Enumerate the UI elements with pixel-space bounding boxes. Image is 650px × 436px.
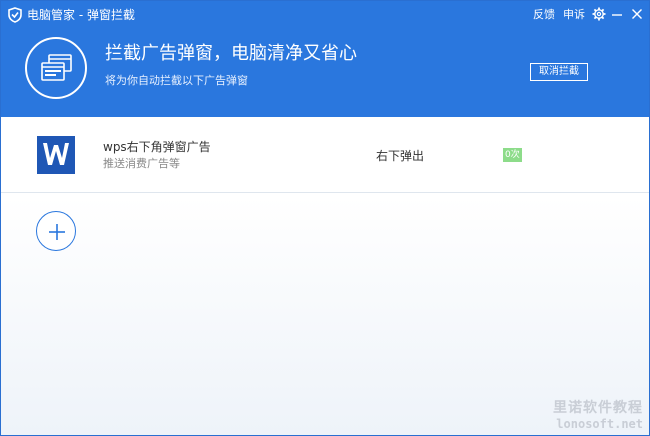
minimize-icon[interactable] bbox=[609, 6, 625, 22]
hero-title: 拦截广告弹窗，电脑清净又省心 bbox=[105, 43, 357, 64]
block-count-badge: 0次 bbox=[503, 148, 522, 162]
rule-name: wps右下角弹窗广告 bbox=[103, 140, 211, 154]
watermark: 里诺软件教程 lonosoft.net bbox=[553, 399, 643, 431]
rule-description: 推送消费广告等 bbox=[103, 157, 180, 170]
watermark-title: 里诺软件教程 bbox=[553, 400, 643, 416]
close-icon[interactable] bbox=[629, 6, 645, 22]
shield-logo-icon bbox=[8, 7, 22, 23]
hero-subtitle: 将为你自动拦截以下广告弹窗 bbox=[105, 74, 248, 87]
header-banner: 电脑管家 - 弹窗拦截 反馈 申诉 拦截广告弹窗，电脑清净又省心 将为你自动拦截… bbox=[1, 1, 649, 117]
gear-icon[interactable] bbox=[591, 6, 607, 22]
window-title: 电脑管家 - 弹窗拦截 bbox=[27, 8, 135, 22]
title-bar: 电脑管家 - 弹窗拦截 反馈 申诉 bbox=[1, 1, 649, 29]
plus-icon bbox=[49, 224, 65, 240]
rule-position: 右下弹出 bbox=[376, 149, 425, 163]
list-item: wps右下角弹窗广告 推送消费广告等 右下弹出 0次 bbox=[1, 117, 649, 193]
hero-icon-circle bbox=[25, 37, 87, 99]
wps-icon bbox=[37, 136, 75, 174]
watermark-url: lonosoft.net bbox=[556, 417, 643, 431]
appeal-link[interactable]: 申诉 bbox=[563, 7, 585, 23]
add-rule-button[interactable] bbox=[36, 211, 76, 251]
cancel-block-button[interactable]: 取消拦截 bbox=[530, 63, 588, 81]
feedback-link[interactable]: 反馈 bbox=[533, 7, 555, 23]
popup-blocker-window: 电脑管家 - 弹窗拦截 反馈 申诉 拦截广告弹窗，电脑清净又省心 将为你自动拦截… bbox=[0, 0, 650, 436]
window-stack-icon bbox=[41, 54, 72, 81]
